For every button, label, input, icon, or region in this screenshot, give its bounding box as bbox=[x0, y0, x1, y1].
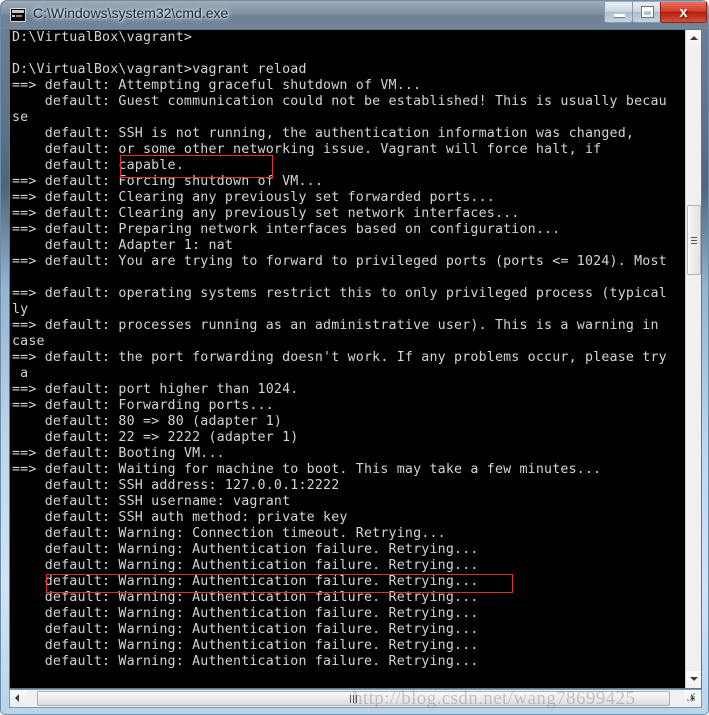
console-line: default: Warning: Authentication failure… bbox=[12, 542, 479, 557]
chevron-down-icon bbox=[690, 677, 698, 681]
console-line: ==> default: port higher than 1024. bbox=[12, 382, 299, 397]
console-line: case bbox=[12, 334, 45, 349]
scroll-left-arrow-button[interactable] bbox=[10, 690, 27, 707]
horizontal-scrollbar[interactable] bbox=[9, 689, 702, 708]
chevron-left-icon bbox=[15, 694, 19, 702]
console-line: default: capable. bbox=[12, 158, 184, 173]
cmd-icon-prompt bbox=[12, 15, 15, 17]
console-line: ==> default: Preparing network interface… bbox=[12, 222, 561, 237]
console-line: default: Warning: Connection timeout. Re… bbox=[12, 526, 446, 541]
window-title: C:\Windows\system32\cmd.exe bbox=[33, 5, 229, 21]
console-line: default: 80 => 80 (adapter 1) bbox=[12, 414, 283, 429]
minimize-button[interactable] bbox=[604, 2, 633, 23]
console-line: default: or some other networking issue.… bbox=[12, 142, 602, 157]
close-icon: x bbox=[679, 4, 688, 21]
console-line: ==> default: Booting VM... bbox=[12, 446, 225, 461]
vertical-scrollbar-thumb[interactable] bbox=[687, 205, 701, 275]
console-line: default: SSH auth method: private key bbox=[12, 510, 348, 525]
console-line: default: SSH is not running, the authent… bbox=[12, 126, 635, 141]
console-line: ly bbox=[12, 302, 29, 317]
console-line: ==> default: the port forwarding doesn't… bbox=[12, 350, 667, 365]
maximize-restore-button[interactable] bbox=[632, 2, 661, 23]
console-line: default: Warning: Authentication failure… bbox=[12, 574, 479, 589]
vertical-scrollbar[interactable] bbox=[685, 30, 701, 688]
console-line: se bbox=[12, 110, 29, 125]
console-line: ==> default: You are trying to forward t… bbox=[12, 254, 667, 269]
console-line: ==> default: Clearing any previously set… bbox=[12, 190, 495, 205]
console-line: default: Warning: Authentication failure… bbox=[12, 622, 479, 637]
chevron-up-icon bbox=[690, 36, 698, 40]
cmd-icon-text bbox=[16, 15, 22, 17]
console-line: ==> default: Clearing any previously set… bbox=[12, 206, 520, 221]
scroll-thumb-grip-icon bbox=[349, 695, 359, 703]
console-line: default: Warning: Authentication failure… bbox=[12, 638, 479, 653]
console-line: default: Warning: Authentication failure… bbox=[12, 590, 479, 605]
scroll-up-arrow-button[interactable] bbox=[686, 30, 701, 47]
console-line: default: Warning: Authentication failure… bbox=[12, 558, 479, 573]
console-output[interactable]: D:\VirtualBox\vagrant> D:\VirtualBox\vag… bbox=[10, 30, 686, 688]
cmd-icon-titlestripe bbox=[12, 10, 24, 13]
console-line: ==> default: Forwarding ports... bbox=[12, 398, 274, 413]
resize-grip[interactable] bbox=[686, 693, 696, 703]
console-line: D:\VirtualBox\vagrant>vagrant reload bbox=[12, 62, 307, 77]
restore-icon bbox=[633, 2, 660, 22]
title-bar[interactable]: C:\Windows\system32\cmd.exe x bbox=[1, 1, 709, 29]
console-line: ==> default: Attempting graceful shutdow… bbox=[12, 78, 422, 93]
console-line: ==> default: processes running as an adm… bbox=[12, 318, 659, 333]
console-line: default: SSH username: vagrant bbox=[12, 494, 291, 509]
cmd-window: C:\Windows\system32\cmd.exe x D:\Virtual… bbox=[0, 0, 709, 715]
close-button[interactable]: x bbox=[660, 2, 707, 23]
console-line: default: SSH address: 127.0.0.1:2222 bbox=[12, 478, 340, 493]
console-line: default: Adapter 1: nat bbox=[12, 238, 234, 253]
console-line: ==> default: operating systems restrict … bbox=[12, 286, 667, 301]
console-line: default: 22 => 2222 (adapter 1) bbox=[12, 430, 299, 445]
console-line: ==> default: Forcing shutdown of VM... bbox=[12, 174, 324, 189]
window-controls: x bbox=[604, 2, 707, 24]
console-line: default: Guest communication could not b… bbox=[12, 94, 667, 109]
cmd-console-icon[interactable] bbox=[10, 8, 26, 22]
console-line: ==> default: Waiting for machine to boot… bbox=[12, 462, 602, 477]
console-line: default: Warning: Authentication failure… bbox=[12, 654, 479, 669]
console-line: a bbox=[12, 366, 29, 381]
console-client-area[interactable]: D:\VirtualBox\vagrant> D:\VirtualBox\vag… bbox=[9, 29, 702, 689]
minimize-icon bbox=[605, 2, 632, 22]
scroll-down-arrow-button[interactable] bbox=[686, 671, 701, 688]
horizontal-scrollbar-thumb[interactable] bbox=[37, 691, 670, 706]
scroll-thumb-grip-icon bbox=[691, 237, 697, 244]
console-line: default: Warning: Authentication failure… bbox=[12, 606, 479, 621]
console-line: D:\VirtualBox\vagrant> bbox=[12, 30, 193, 45]
